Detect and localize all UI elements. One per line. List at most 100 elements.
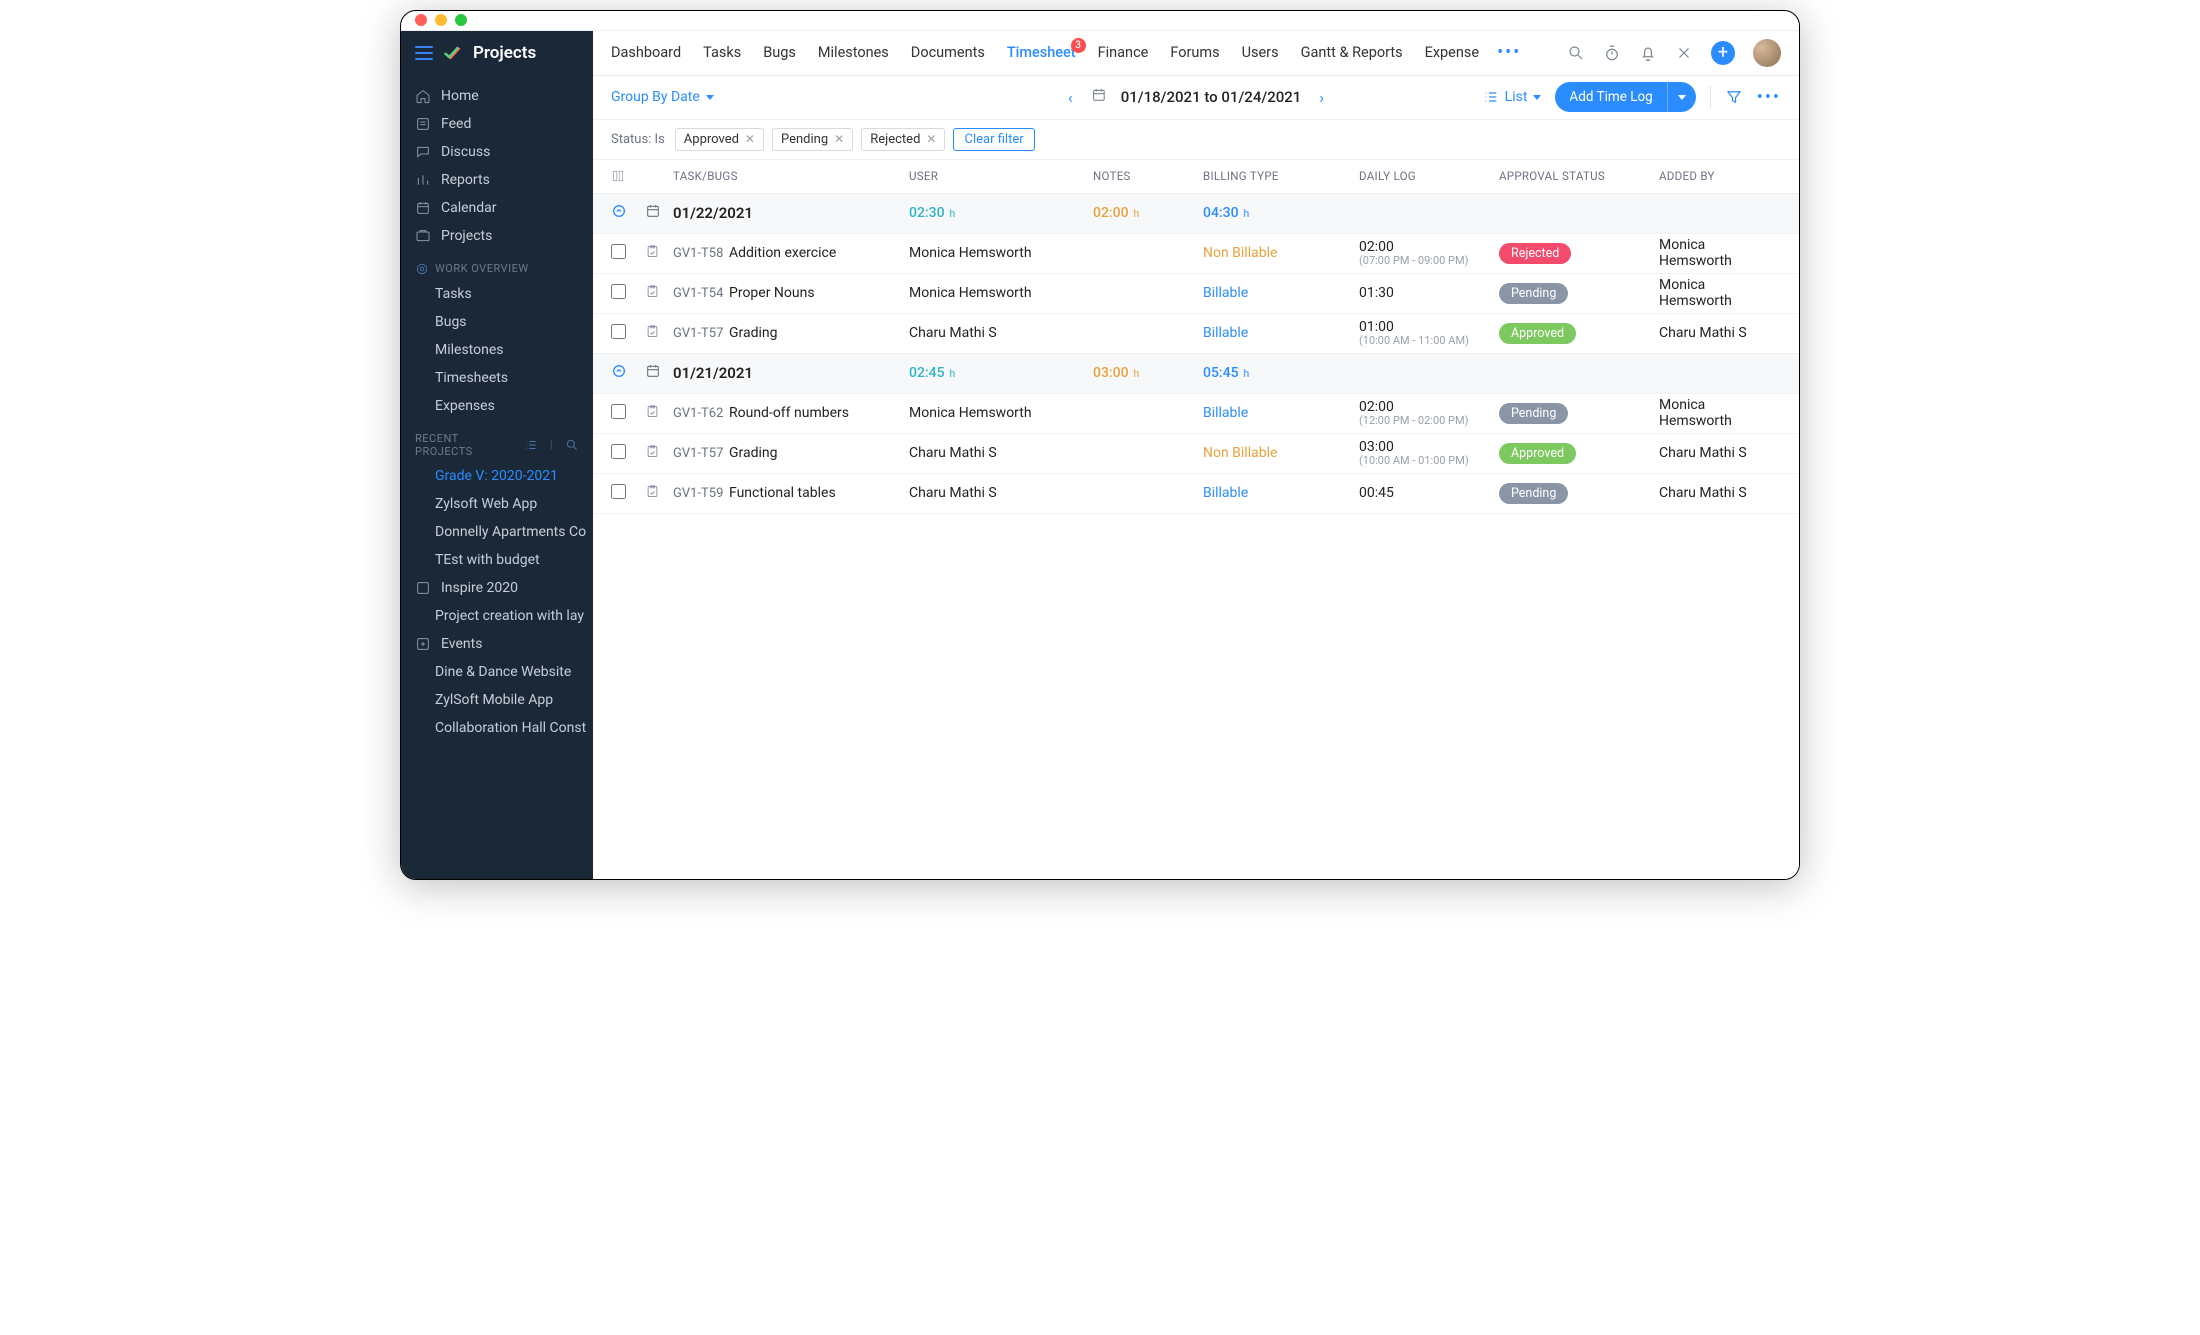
more-actions-icon[interactable]: ••• [1757, 87, 1781, 108]
nav-sub-expenses[interactable]: Expenses [401, 392, 593, 420]
add-time-log-dropdown[interactable] [1667, 82, 1696, 112]
tab-timesheet[interactable]: Timesheet3 [1007, 44, 1076, 61]
tab-gantt-reports[interactable]: Gantt & Reports [1301, 44, 1403, 61]
nav-sub-milestones[interactable]: Milestones [401, 336, 593, 364]
nav-item-feed[interactable]: Feed [401, 110, 593, 138]
remove-chip-icon[interactable]: ✕ [745, 132, 755, 146]
nav-item-calendar[interactable]: Calendar [401, 194, 593, 222]
row-checkbox[interactable] [611, 444, 626, 459]
tab-expense[interactable]: Expense [1425, 44, 1479, 61]
row-added-by: Monica Hemsworth [1659, 397, 1781, 429]
project-item[interactable]: Dine & Dance Website [401, 658, 593, 686]
project-item[interactable]: Zylsoft Web App [401, 490, 593, 518]
task-id: GV1-T59 [673, 486, 729, 501]
remove-chip-icon[interactable]: ✕ [926, 132, 936, 146]
timer-icon[interactable] [1603, 44, 1621, 62]
row-added-by: Charu Mathi S [1659, 325, 1781, 341]
group-by-dropdown[interactable]: Group By Date [611, 89, 714, 105]
tab-dashboard[interactable]: Dashboard [611, 44, 681, 61]
row-daily-log: 02:00(07:00 PM - 09:00 PM) [1359, 240, 1499, 267]
col-billing: BILLING TYPE [1203, 169, 1359, 183]
window-minimize-dot[interactable] [435, 14, 447, 26]
task-name[interactable]: Functional tables [729, 485, 909, 501]
row-added-by: Charu Mathi S [1659, 485, 1781, 501]
task-id: GV1-T58 [673, 246, 729, 261]
task-name[interactable]: Grading [729, 325, 909, 341]
user-avatar[interactable] [1753, 39, 1781, 67]
plus-box-icon [415, 636, 431, 652]
settings-wrench-icon[interactable] [1675, 44, 1693, 62]
task-name[interactable]: Grading [729, 445, 909, 461]
tab-documents[interactable]: Documents [911, 44, 985, 61]
row-user: Monica Hemsworth [909, 405, 1093, 421]
calendar-icon [645, 363, 673, 383]
task-id: GV1-T62 [673, 406, 729, 421]
nav-sub-bugs[interactable]: Bugs [401, 308, 593, 336]
clear-filter-button[interactable]: Clear filter [953, 128, 1034, 151]
table-header: TASK/BUGS USER NOTES BILLING TYPE DAILY … [593, 160, 1799, 194]
nav-item-events[interactable]: Events [401, 630, 593, 658]
row-daily-log: 03:00(10:00 AM - 01:00 PM) [1359, 440, 1499, 467]
hamburger-icon[interactable] [415, 46, 433, 60]
row-checkbox[interactable] [611, 324, 626, 339]
status-pill: Pending [1499, 283, 1568, 304]
tab-forums[interactable]: Forums [1170, 44, 1219, 61]
task-name[interactable]: Addition exercice [729, 245, 909, 261]
row-billing: Non Billable [1203, 445, 1359, 461]
row-checkbox[interactable] [611, 484, 626, 499]
notification-bell-icon[interactable] [1639, 44, 1657, 62]
row-billing: Billable [1203, 405, 1359, 421]
nav-item-reports[interactable]: Reports [401, 166, 593, 194]
filter-chip-pending[interactable]: Pending✕ [772, 128, 853, 151]
task-name[interactable]: Round-off numbers [729, 405, 909, 421]
status-pill: Pending [1499, 403, 1568, 424]
remove-chip-icon[interactable]: ✕ [834, 132, 844, 146]
collapse-icon[interactable] [611, 203, 645, 223]
nav-item-home[interactable]: Home [401, 82, 593, 110]
add-time-log-button[interactable]: Add Time Log [1555, 82, 1695, 112]
nav-item-inspire[interactable]: Inspire 2020 [401, 574, 593, 602]
quick-add-button[interactable]: + [1711, 41, 1735, 65]
more-tabs-icon[interactable]: ••• [1497, 42, 1521, 63]
row-checkbox[interactable] [611, 404, 626, 419]
nav-label: Reports [441, 172, 490, 188]
nav-item-discuss[interactable]: Discuss [401, 138, 593, 166]
tab-milestones[interactable]: Milestones [818, 44, 889, 61]
tab-tasks[interactable]: Tasks [703, 44, 741, 61]
prev-range-button[interactable]: ‹ [1064, 88, 1077, 107]
filter-chip-approved[interactable]: Approved✕ [675, 128, 764, 151]
filter-icon[interactable] [1725, 88, 1743, 106]
window-close-dot[interactable] [415, 14, 427, 26]
date-group-row[interactable]: 01/22/2021 02:30 h 02:00 h 04:30 h [593, 194, 1799, 234]
nav-item-projects[interactable]: Projects [401, 222, 593, 250]
search-icon[interactable] [1567, 44, 1585, 62]
filter-chip-rejected[interactable]: Rejected✕ [861, 128, 945, 151]
calendar-icon[interactable] [1091, 87, 1107, 107]
list-icon[interactable] [524, 438, 538, 452]
project-item[interactable]: Donnelly Apartments Co [401, 518, 593, 546]
nav-sub-timesheets[interactable]: Timesheets [401, 364, 593, 392]
group-date: 01/21/2021 [673, 364, 909, 382]
collapse-icon[interactable] [611, 363, 645, 383]
project-item[interactable]: Collaboration Hall Const [401, 714, 593, 742]
row-checkbox[interactable] [611, 284, 626, 299]
project-item[interactable]: TEst with budget [401, 546, 593, 574]
nav-sub-tasks[interactable]: Tasks [401, 280, 593, 308]
tab-finance[interactable]: Finance [1098, 44, 1149, 61]
columns-config-icon[interactable] [611, 169, 645, 183]
project-item[interactable]: Project creation with lay [401, 602, 593, 630]
task-name[interactable]: Proper Nouns [729, 285, 909, 301]
row-checkbox[interactable] [611, 244, 626, 259]
date-group-row[interactable]: 01/21/2021 02:45 h 03:00 h 05:45 h [593, 354, 1799, 394]
tab-users[interactable]: Users [1242, 44, 1279, 61]
section-work-overview[interactable]: WORK OVERVIEW [401, 250, 593, 280]
nav-label: Discuss [441, 144, 490, 160]
project-item[interactable]: Grade V: 2020-2021 [401, 462, 593, 490]
view-toggle[interactable]: List [1483, 89, 1542, 105]
window-zoom-dot[interactable] [455, 14, 467, 26]
next-range-button[interactable]: › [1315, 88, 1328, 107]
project-item[interactable]: ZylSoft Mobile App [401, 686, 593, 714]
search-icon[interactable] [565, 438, 579, 452]
tab-bugs[interactable]: Bugs [763, 44, 796, 61]
caret-down-icon [1533, 95, 1541, 100]
